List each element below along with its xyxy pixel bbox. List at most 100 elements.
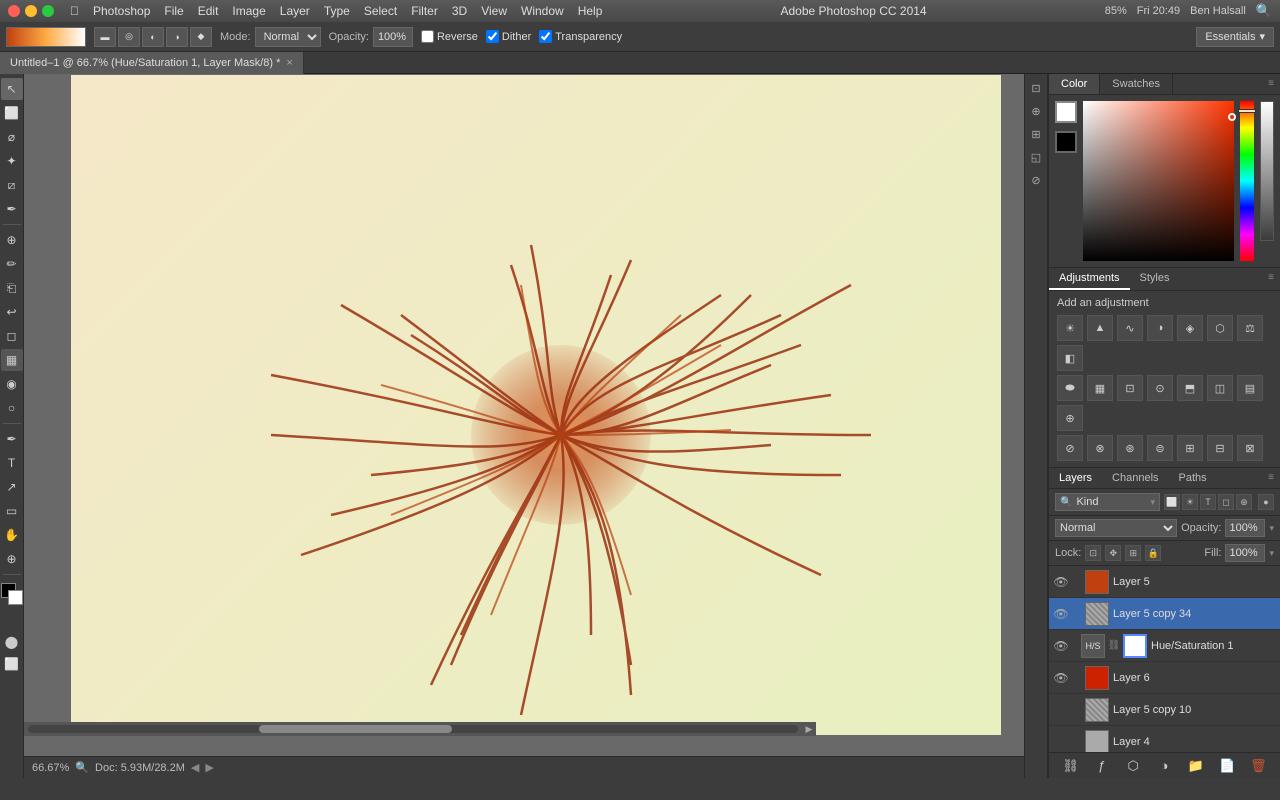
color-panel-grip[interactable]: ≡ <box>1262 74 1280 94</box>
adj-levels[interactable]: ▲ <box>1087 315 1113 341</box>
hue-bar[interactable] <box>1240 101 1254 261</box>
adj-icon-g[interactable]: ⊠ <box>1237 435 1263 461</box>
zoom-icon[interactable]: 🔍 <box>75 761 89 774</box>
adj-select-color[interactable]: ⊕ <box>1057 405 1083 431</box>
brush-tool[interactable]: ✏ <box>1 253 23 275</box>
layer-row-layer4[interactable]: 👁 Layer 4 <box>1049 726 1280 752</box>
menu-file[interactable]: File <box>164 4 183 18</box>
adj-icon-b[interactable]: ⊗ <box>1087 435 1113 461</box>
layer-row-layer6[interactable]: 👁 Layer 6 <box>1049 662 1280 694</box>
gradient-radial-btn[interactable]: ◎ <box>118 27 140 47</box>
adj-icon-a[interactable]: ⊘ <box>1057 435 1083 461</box>
opacity-input[interactable] <box>1225 519 1265 537</box>
menu-view[interactable]: View <box>481 4 507 18</box>
visibility-eye-layer5[interactable]: 👁 <box>1053 574 1069 590</box>
lock-pixels-icon[interactable]: ⊡ <box>1085 545 1101 561</box>
apple-menu[interactable]:  <box>70 4 79 18</box>
new-adj-layer-btn[interactable]: ◑ <box>1154 756 1174 776</box>
pen-tool[interactable]: ✒ <box>1 428 23 450</box>
tab-layers[interactable]: Layers <box>1049 468 1102 488</box>
visibility-eye-layer6[interactable]: 👁 <box>1053 670 1069 686</box>
nav-arrow-right[interactable]: ▶ <box>205 761 213 774</box>
document-tab[interactable]: Untitled–1 @ 66.7% (Hue/Saturation 1, La… <box>0 52 304 74</box>
blur-tool[interactable]: ◉ <box>1 373 23 395</box>
scroll-right-arrow[interactable]: ▶ <box>802 722 816 736</box>
menu-3d[interactable]: 3D <box>452 4 467 18</box>
layer-row-layer5copy34[interactable]: 👁 Layer 5 copy 34 <box>1049 598 1280 630</box>
maximize-button[interactable] <box>42 5 54 17</box>
essentials-button[interactable]: Essentials ▾ <box>1196 27 1274 47</box>
tab-styles[interactable]: Styles <box>1130 268 1180 290</box>
lasso-tool[interactable]: ⌀ <box>1 126 23 148</box>
layer-row-layer5[interactable]: 👁 Layer 5 <box>1049 566 1280 598</box>
dodge-tool[interactable]: ○ <box>1 397 23 419</box>
zoom-tool[interactable]: ⊕ <box>1 548 23 570</box>
adj-color-balance[interactable]: ⚖ <box>1237 315 1263 341</box>
quick-mask-btn[interactable]: ⬤ <box>1 631 23 653</box>
lock-position-icon[interactable]: ✥ <box>1105 545 1121 561</box>
menu-type[interactable]: Type <box>324 4 350 18</box>
layer-row-layer5copy10[interactable]: 👁 Layer 5 copy 10 <box>1049 694 1280 726</box>
mode-select[interactable]: Normal <box>255 27 321 47</box>
eraser-tool[interactable]: ◻ <box>1 325 23 347</box>
stamp-tool[interactable]: ⎗ <box>1 277 23 299</box>
dither-checkbox-label[interactable]: Dither <box>486 30 531 43</box>
hand-tool[interactable]: ✋ <box>1 524 23 546</box>
window-controls[interactable] <box>8 5 54 17</box>
filter-shape-icon[interactable]: ◻ <box>1218 494 1234 510</box>
filter-toggle-icon[interactable]: ● <box>1258 494 1274 510</box>
transparency-checkbox-label[interactable]: Transparency <box>539 30 622 43</box>
tab-swatches[interactable]: Swatches <box>1100 74 1173 94</box>
menu-filter[interactable]: Filter <box>411 4 438 18</box>
history-brush-tool[interactable]: ↩ <box>1 301 23 323</box>
eyedropper-tool[interactable]: ✒ <box>1 198 23 220</box>
close-button[interactable] <box>8 5 20 17</box>
adj-threshold[interactable]: ◫ <box>1207 375 1233 401</box>
menu-photoshop[interactable]: Photoshop <box>93 4 150 18</box>
gradient-diamond-btn[interactable]: ◆ <box>190 27 212 47</box>
path-select-tool[interactable]: ↗ <box>1 476 23 498</box>
shape-tool[interactable]: ▭ <box>1 500 23 522</box>
minimize-button[interactable] <box>25 5 37 17</box>
foreground-color-swatch[interactable] <box>1055 101 1077 123</box>
layer-row-huesat1[interactable]: 👁 H/S ⛓ Hue/Saturation 1 <box>1049 630 1280 662</box>
reverse-checkbox[interactable] <box>421 30 434 43</box>
opacity-bar[interactable] <box>1260 101 1274 241</box>
adj-panel-grip[interactable]: ≡ <box>1262 268 1280 290</box>
filter-smart-icon[interactable]: ⊕ <box>1236 494 1252 510</box>
quick-select-tool[interactable]: ✦ <box>1 150 23 172</box>
menu-layer[interactable]: Layer <box>280 4 310 18</box>
gradient-angle-btn[interactable]: ◐ <box>142 27 164 47</box>
adj-curves[interactable]: ∿ <box>1117 315 1143 341</box>
document-close-icon[interactable]: × <box>286 57 292 69</box>
healing-brush-tool[interactable]: ⊕ <box>1 229 23 251</box>
fill-input[interactable] <box>1225 544 1265 562</box>
canvas-area[interactable]: ▶ ▲ ▼ <box>24 74 1048 756</box>
marquee-tool[interactable]: ⬜ <box>1 102 23 124</box>
gradient-reflect-btn[interactable]: ◑ <box>166 27 188 47</box>
screen-mode-btn[interactable]: ⬜ <box>1 653 23 675</box>
visibility-eye-layer5copy34[interactable]: 👁 <box>1053 606 1069 622</box>
adj-invert[interactable]: ⊙ <box>1147 375 1173 401</box>
background-color[interactable] <box>8 590 23 605</box>
dither-checkbox[interactable] <box>486 30 499 43</box>
adj-posterize[interactable]: ⬒ <box>1177 375 1203 401</box>
layers-panel-grip[interactable]: ≡ <box>1262 468 1280 488</box>
adj-photo-filter[interactable]: ⬬ <box>1057 375 1083 401</box>
move-tool[interactable]: ↖ <box>1 78 23 100</box>
horizontal-scrollbar[interactable]: ▶ <box>24 722 816 736</box>
menu-edit[interactable]: Edit <box>198 4 219 18</box>
adj-exposure[interactable]: ◑ <box>1147 315 1173 341</box>
color-saturation-picker[interactable] <box>1083 101 1234 261</box>
gradient-tool[interactable]: ▦ <box>1 349 23 371</box>
nav-arrow-left[interactable]: ◀ <box>191 761 199 774</box>
type-tool[interactable]: T <box>1 452 23 474</box>
filter-pixel-icon[interactable]: ⬜ <box>1164 494 1180 510</box>
lock-all-icon[interactable]: 🔒 <box>1145 545 1161 561</box>
tab-channels[interactable]: Channels <box>1102 468 1168 488</box>
tab-adjustments[interactable]: Adjustments <box>1049 268 1130 290</box>
gradient-linear-btn[interactable]: ▬ <box>94 27 116 47</box>
menu-image[interactable]: Image <box>232 4 265 18</box>
gradient-preview[interactable] <box>6 27 86 47</box>
opacity-input[interactable] <box>373 27 413 47</box>
